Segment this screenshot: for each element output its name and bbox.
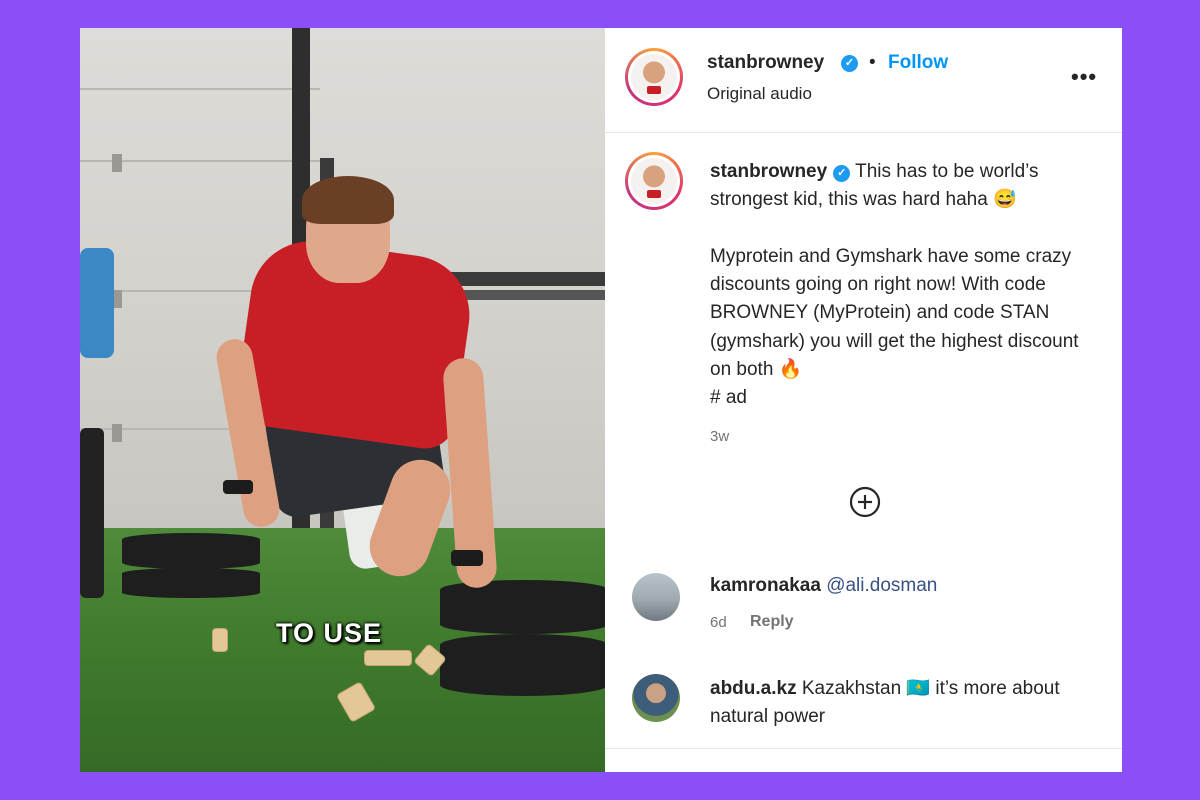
comment-text: abdu.a.kz Kazakhstan 🇰🇿 it’s more about … [710,675,1110,731]
weight-plate [440,634,605,696]
comment-timestamp[interactable]: 6d [710,614,727,631]
verified-badge-icon: ✓ [833,165,851,182]
divider [605,748,1122,749]
avatar-image [631,54,677,100]
avatar-border [628,51,680,103]
caption-timestamp[interactable]: 3w [710,428,729,445]
wooden-dowel [364,650,412,666]
wall-clip [112,424,122,442]
separator-dot: • [869,52,876,73]
more-horizontal-icon[interactable]: ••• [1071,64,1097,90]
wall-clip [112,154,122,172]
weight-plate [122,568,260,598]
comment-text: kamronakaa @ali.dosman [710,572,1110,600]
wall-line [80,88,320,90]
author-username[interactable]: stanbrowney [707,52,824,74]
avatar-border [628,155,680,207]
author-avatar[interactable] [625,48,683,106]
post-video[interactable]: TO USE [80,28,605,772]
verified-badge-icon: ✓ [841,55,858,72]
post-side-panel: stanbrowney ✓ • Follow Original audio ••… [605,28,1122,772]
post-header: stanbrowney ✓ • Follow Original audio ••… [605,28,1122,133]
smartwatch [223,480,253,494]
bystander-arm [80,248,114,358]
commenter-avatar[interactable] [632,674,680,722]
commenter-username[interactable]: abdu.a.kz [710,678,797,699]
commenter-username[interactable]: kamronakaa [710,575,821,596]
audio-link[interactable]: Original audio [707,84,812,104]
bystander-leg [80,428,104,598]
caption-username[interactable]: stanbrowney [710,161,827,182]
avatar-image [631,158,677,204]
weight-plate [440,580,605,634]
comment-mention[interactable]: @ali.dosman [826,575,937,596]
caption-body: This has to be world’s strongest kid, th… [710,161,1079,409]
commenter-avatar[interactable] [632,573,680,621]
caption-author-avatar[interactable] [625,152,683,210]
plus-circle-icon[interactable] [849,486,881,518]
smartwatch [451,550,483,566]
wooden-dowel [212,628,228,652]
video-text-overlay: TO USE [276,618,383,648]
reply-button[interactable]: Reply [750,613,794,631]
athlete-hair [302,176,394,224]
follow-button[interactable]: Follow [888,52,948,74]
post-frame: TO USE stanbrowney ✓ • Follow Original a… [80,28,1122,772]
weight-plate [122,533,260,569]
post-caption: stanbrowney ✓ This has to be world’s stro… [710,158,1095,413]
